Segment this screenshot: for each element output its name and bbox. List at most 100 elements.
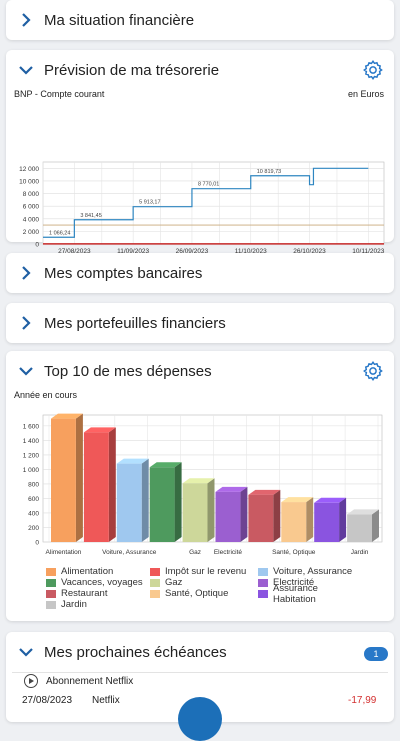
- bar: [116, 463, 142, 542]
- bar-side: [141, 458, 149, 542]
- play-circle-icon[interactable]: [24, 674, 38, 688]
- bar-side: [372, 509, 379, 542]
- bar: [215, 491, 241, 542]
- legend-swatch: [258, 589, 268, 598]
- legend-label: Alimentation: [61, 566, 114, 577]
- legend-swatch: [150, 589, 160, 598]
- section-header-depenses[interactable]: Top 10 de mes dépenses: [6, 351, 394, 391]
- echeance-name[interactable]: Abonnement Netflix: [46, 676, 133, 687]
- section-title: Prévision de ma trésorerie: [44, 61, 220, 79]
- y-tick-label: 1 200: [23, 452, 40, 459]
- bar: [248, 494, 274, 542]
- legend-item: Voiture, Assurance: [258, 566, 362, 577]
- x-tick-label: Santé, Optique: [272, 549, 316, 556]
- legend-swatch: [46, 589, 56, 598]
- bar-side: [108, 427, 116, 542]
- bar-side: [207, 478, 215, 542]
- period-label: Année en cours: [14, 390, 78, 400]
- card-comptes[interactable]: Mes comptes bancaires: [6, 253, 394, 293]
- legend-row: Restaurant Santé, Optique Assurance Habita…: [46, 583, 386, 605]
- legend-item: Santé, Optique: [150, 588, 258, 599]
- legend-swatch: [46, 578, 56, 587]
- bar: [281, 502, 307, 542]
- chevron-down-icon: [18, 644, 34, 660]
- section-header-prevision[interactable]: Prévision de ma trésorerie: [6, 50, 394, 90]
- legend-swatch: [46, 567, 56, 576]
- legend-label: Restaurant: [61, 588, 108, 599]
- y-tick-label: 0: [35, 540, 39, 547]
- section-header-portefeuilles[interactable]: Mes portefeuilles financiers: [6, 303, 394, 343]
- card-situation[interactable]: Ma situation financière: [6, 0, 394, 40]
- card-portefeuilles[interactable]: Mes portefeuilles financiers: [6, 303, 394, 343]
- gear-icon[interactable]: [362, 59, 384, 81]
- x-tick-label: Gaz: [189, 549, 201, 556]
- bar: [149, 467, 175, 542]
- chevron-down-icon: [18, 62, 34, 78]
- y-tick-label: 12 000: [19, 166, 39, 173]
- bar-side: [339, 497, 347, 542]
- data-label: 8 770,01: [198, 182, 219, 188]
- legend-row: Alimentation Impôt sur le revenu Voiture, …: [46, 566, 386, 577]
- legend-item: Vacances, voyages: [46, 577, 150, 588]
- legend-swatch: [258, 567, 268, 576]
- section-title: Mes prochaines échéances: [44, 643, 227, 661]
- legend-item: Alimentation: [46, 566, 150, 577]
- legend-label: Santé, Optique: [165, 588, 229, 599]
- bar: [182, 483, 208, 542]
- y-tick-label: 800: [28, 481, 39, 488]
- chevron-right-icon: [18, 315, 34, 331]
- section-header-comptes[interactable]: Mes comptes bancaires: [6, 253, 394, 293]
- section-title: Ma situation financière: [44, 11, 195, 29]
- y-tick-label: 8 000: [23, 191, 40, 198]
- echeance-payee: Netflix: [92, 695, 120, 706]
- data-label: 5 913,17: [139, 200, 160, 206]
- data-label: 10 819,73: [257, 169, 281, 175]
- x-tick-label: Electricité: [214, 549, 243, 556]
- bar-side: [75, 413, 83, 542]
- legend-label: Vacances, voyages: [61, 577, 143, 588]
- y-tick-label: 2 000: [23, 229, 40, 236]
- y-tick-label: 1 600: [23, 423, 40, 430]
- section-title: Mes portefeuilles financiers: [44, 314, 226, 332]
- section-header-situation[interactable]: Ma situation financière: [6, 0, 394, 40]
- y-tick-label: 6 000: [23, 204, 40, 211]
- bar: [347, 514, 372, 542]
- legend-item: Restaurant: [46, 588, 150, 599]
- echeance-amount: -17,99: [348, 695, 377, 706]
- gear-icon[interactable]: [362, 360, 384, 382]
- bar: [51, 418, 76, 542]
- echeance-date: 27/08/2023: [22, 695, 73, 706]
- legend-label: Assurance Habitation: [273, 582, 318, 605]
- legend-swatch: [150, 567, 160, 576]
- plot-area: [42, 161, 385, 245]
- top-expenses-chart: 0 200 400 600 800 1 000 1 200 1 400 1 600 Aliment…: [23, 413, 383, 556]
- legend-label: Jardin: [61, 599, 87, 610]
- section-header-echeances[interactable]: Mes prochaines échéances: [6, 632, 394, 672]
- section-title: Mes comptes bancaires: [44, 264, 203, 282]
- y-tick-label: 600: [28, 496, 39, 503]
- legend-item: Jardin: [46, 599, 150, 610]
- legend-label: Voiture, Assurance: [273, 566, 353, 577]
- y-tick-label: 1 000: [23, 467, 40, 474]
- bar-side: [174, 462, 182, 542]
- unit-label: en Euros: [348, 89, 385, 99]
- x-tick-label: Voiture, Assurance: [102, 549, 157, 556]
- section-title: Top 10 de mes dépenses: [44, 362, 212, 380]
- legend-swatch: [46, 600, 56, 609]
- bar: [83, 432, 109, 542]
- legend-item: Gaz: [150, 577, 258, 588]
- y-tick-label: 200: [28, 525, 39, 532]
- chevron-down-icon: [18, 363, 34, 379]
- legend-label: Impôt sur le revenu: [165, 566, 247, 577]
- divider: [12, 672, 388, 673]
- legend-item: Assurance Habitation: [258, 583, 362, 605]
- bar-side: [273, 489, 281, 542]
- bar-side: [240, 486, 248, 542]
- floating-action-button[interactable]: [178, 697, 222, 741]
- chevron-right-icon: [18, 265, 34, 281]
- y-tick-label: 4 000: [23, 216, 40, 223]
- data-label: 3 841,45: [80, 213, 101, 219]
- y-tick-label: 0: [35, 242, 39, 249]
- legend-item: Impôt sur le revenu: [150, 566, 258, 577]
- legend-label: Gaz: [165, 577, 183, 588]
